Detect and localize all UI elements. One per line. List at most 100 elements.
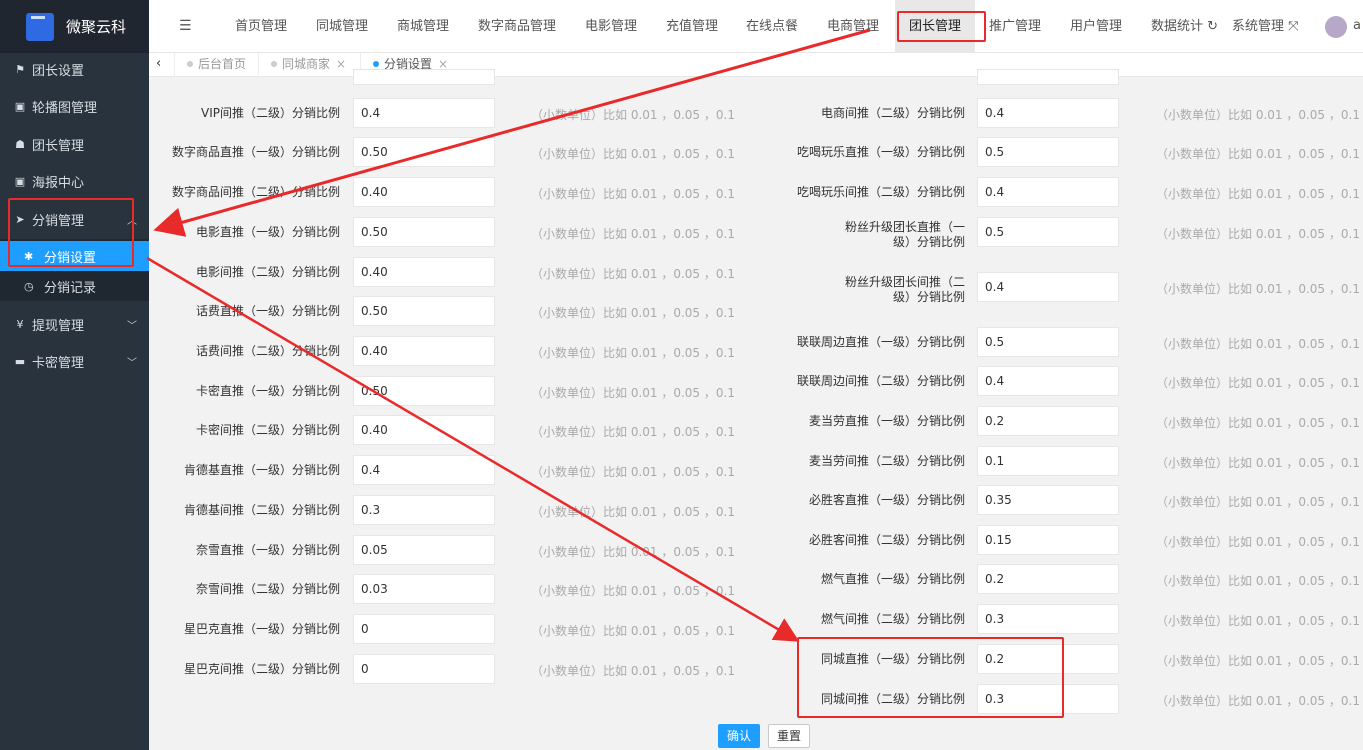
form-label: 卡密直推（一级）分销比例 <box>195 384 340 398</box>
form-label: 同城间推（二级）分销比例 <box>820 692 965 706</box>
topnav-item-mall[interactable]: 商城管理 <box>397 0 449 53</box>
sidebar-item-label: 团长设置 <box>32 63 85 79</box>
form-input[interactable]: 0.1 <box>977 446 1119 476</box>
send-icon: ➤ <box>15 212 25 226</box>
topnav-item-promotion[interactable]: 推广管理 <box>989 0 1041 53</box>
form-input[interactable]: 0.40 <box>353 336 495 366</box>
form-label: 卡密间推（二级）分销比例 <box>195 423 340 437</box>
form-input[interactable]: 0 <box>353 654 495 684</box>
form-hint: （小数单位）比如 0.01 ，0.05 ，0.1 <box>1156 495 1360 509</box>
topnav-item-recharge[interactable]: 充值管理 <box>666 0 718 53</box>
form-label: 肯德基直推（一级）分销比例 <box>183 463 340 477</box>
reset-button[interactable]: 重置 <box>768 724 811 748</box>
form-hint: （小数单位）比如 0.01 ，0.05 ，0.1 <box>1156 108 1360 122</box>
sidebar-subitem-label: 分销记录 <box>44 280 97 296</box>
form-input[interactable]: 0.15 <box>977 525 1119 555</box>
form-label: 奈雪直推（一级）分销比例 <box>195 543 340 557</box>
tab-city-merchant[interactable]: 同城商家 × <box>258 53 360 77</box>
form-input[interactable]: 0.50 <box>353 296 495 326</box>
form-label: 数字商品间推（二级）分销比例 <box>171 185 340 199</box>
fullscreen-icon: ⤧ <box>1288 19 1299 34</box>
tab-home[interactable]: 后台首页 <box>174 53 258 77</box>
topnav-item-stats[interactable]: 数据统计 ↻ <box>1151 0 1218 53</box>
topnav-item-city[interactable]: 同城管理 <box>316 0 368 53</box>
form-label: 话费间推（二级）分销比例 <box>195 344 340 358</box>
sidebar-item-captain-settings[interactable]: ⚑ 团长设置 <box>0 50 149 88</box>
form-label: VIP间推（二级）分销比例 <box>201 106 340 120</box>
user-name[interactable]: a <box>1353 18 1361 33</box>
form-hint: （小数单位）比如 0.01 ，0.05 ，0.1 <box>1156 416 1360 430</box>
form-input[interactable]: 0.35 <box>977 485 1119 515</box>
form-hint: （小数单位）比如 0.01 ，0.05 ，0.1 <box>1156 147 1360 161</box>
logo[interactable]: 微聚云科 <box>0 0 149 53</box>
tab-label: 后台首页 <box>198 57 247 71</box>
topnav-item-ecommerce[interactable]: 电商管理 <box>827 0 879 53</box>
form-input-partial[interactable] <box>977 69 1119 85</box>
form-hint: （小数单位）比如 0.01 ，0.05 ，0.1 <box>1156 614 1360 628</box>
form-label: 电影间推（二级）分销比例 <box>195 265 340 279</box>
form-input[interactable]: 0.3 <box>977 684 1119 714</box>
form-label: 联联周边直推（一级）分销比例 <box>796 335 965 349</box>
close-icon[interactable]: × <box>336 57 346 71</box>
form-label: 同城直推（一级）分销比例 <box>820 652 965 666</box>
form-label: 燃气间推（二级）分销比例 <box>820 612 965 626</box>
form-input-partial[interactable] <box>353 69 495 85</box>
form-input[interactable]: 0.4 <box>977 272 1119 302</box>
form-input[interactable]: 0.50 <box>353 376 495 406</box>
form-label: 奈雪间推（二级）分销比例 <box>195 582 340 596</box>
form-input[interactable]: 0.4 <box>977 366 1119 396</box>
refresh-icon: ↻ <box>1207 19 1219 34</box>
distribution-settings-form: VIP间推（二级）分销比例 0.4 （小数单位）比如 0.01 ，0.05 ，0.1… <box>149 69 1363 750</box>
form-input[interactable]: 0.40 <box>353 257 495 287</box>
topnav-item-system[interactable]: 系统管理 ⤧ <box>1232 0 1299 53</box>
tab-label: 同城商家 <box>282 57 331 71</box>
form-input[interactable]: 0.03 <box>353 574 495 604</box>
form-input[interactable]: 0.4 <box>353 455 495 485</box>
form-input[interactable]: 0.4 <box>353 98 495 128</box>
form-input[interactable]: 0.50 <box>353 217 495 247</box>
form-input[interactable]: 0.40 <box>353 177 495 207</box>
form-label: 吃喝玩乐间推（二级）分销比例 <box>796 185 965 199</box>
form-label: 麦当劳直推（一级）分销比例 <box>808 414 965 428</box>
form-label: 肯德基间推（二级）分销比例 <box>183 503 340 517</box>
form-input[interactable]: 0.4 <box>977 98 1119 128</box>
yen-icon: ¥ <box>16 317 24 331</box>
form-input[interactable]: 0.50 <box>353 137 495 167</box>
avatar[interactable] <box>1325 16 1347 38</box>
menu-toggle-icon[interactable]: ☰ <box>179 18 192 34</box>
form-label: 燃气直推（一级）分销比例 <box>820 572 965 586</box>
topnav-item-label: 系统管理 <box>1232 19 1285 34</box>
form-input[interactable]: 0.4 <box>977 177 1119 207</box>
form-input[interactable]: 0.2 <box>977 564 1119 594</box>
topnav-item-home[interactable]: 首页管理 <box>235 0 287 53</box>
form-input[interactable]: 0.2 <box>977 644 1119 674</box>
top-navigation: ☰ 首页管理 同城管理 商城管理 数字商品管理 电影管理 充值管理 在线点餐 电… <box>149 0 1363 53</box>
topnav-item-digital[interactable]: 数字商品管理 <box>478 0 556 53</box>
clock-icon: ◷ <box>24 279 34 293</box>
form-input[interactable]: 0.3 <box>977 604 1119 634</box>
tab-status-dot <box>271 61 277 67</box>
topnav-item-movie[interactable]: 电影管理 <box>585 0 637 53</box>
form-input[interactable]: 0.5 <box>977 327 1119 357</box>
form-input[interactable]: 0.05 <box>353 535 495 565</box>
form-input[interactable]: 0.2 <box>977 406 1119 436</box>
form-input[interactable]: 0.40 <box>353 415 495 445</box>
form-label: 粉丝升级团长间推（二级）分销比例 <box>844 275 965 304</box>
form-hint: （小数单位）比如 0.01 ，0.05 ，0.1 <box>1156 574 1360 588</box>
form-hint: （小数单位）比如 0.01 ，0.05 ，0.1 <box>531 267 735 281</box>
form-input[interactable]: 0.3 <box>353 495 495 525</box>
topnav-item-users[interactable]: 用户管理 <box>1070 0 1122 53</box>
tab-scroll-left-icon[interactable]: ‹ <box>156 56 161 71</box>
form-input[interactable]: 0.5 <box>977 137 1119 167</box>
form-input[interactable]: 0.5 <box>977 217 1119 247</box>
submit-button[interactable]: 确认 <box>718 724 761 748</box>
form-hint: （小数单位）比如 0.01 ，0.05 ，0.1 <box>531 227 735 241</box>
form-input[interactable]: 0 <box>353 614 495 644</box>
form-label: 吃喝玩乐直推（一级）分销比例 <box>796 145 965 159</box>
topnav-item-ordering[interactable]: 在线点餐 <box>746 0 798 53</box>
form-label: 星巴克间推（二级）分销比例 <box>183 662 340 676</box>
tab-status-dot <box>373 61 379 67</box>
form-hint: （小数单位）比如 0.01 ，0.05 ，0.1 <box>1156 456 1360 470</box>
form-label: 必胜客直推（一级）分销比例 <box>808 493 965 507</box>
topnav-item-captain[interactable]: 团长管理 <box>895 0 975 53</box>
